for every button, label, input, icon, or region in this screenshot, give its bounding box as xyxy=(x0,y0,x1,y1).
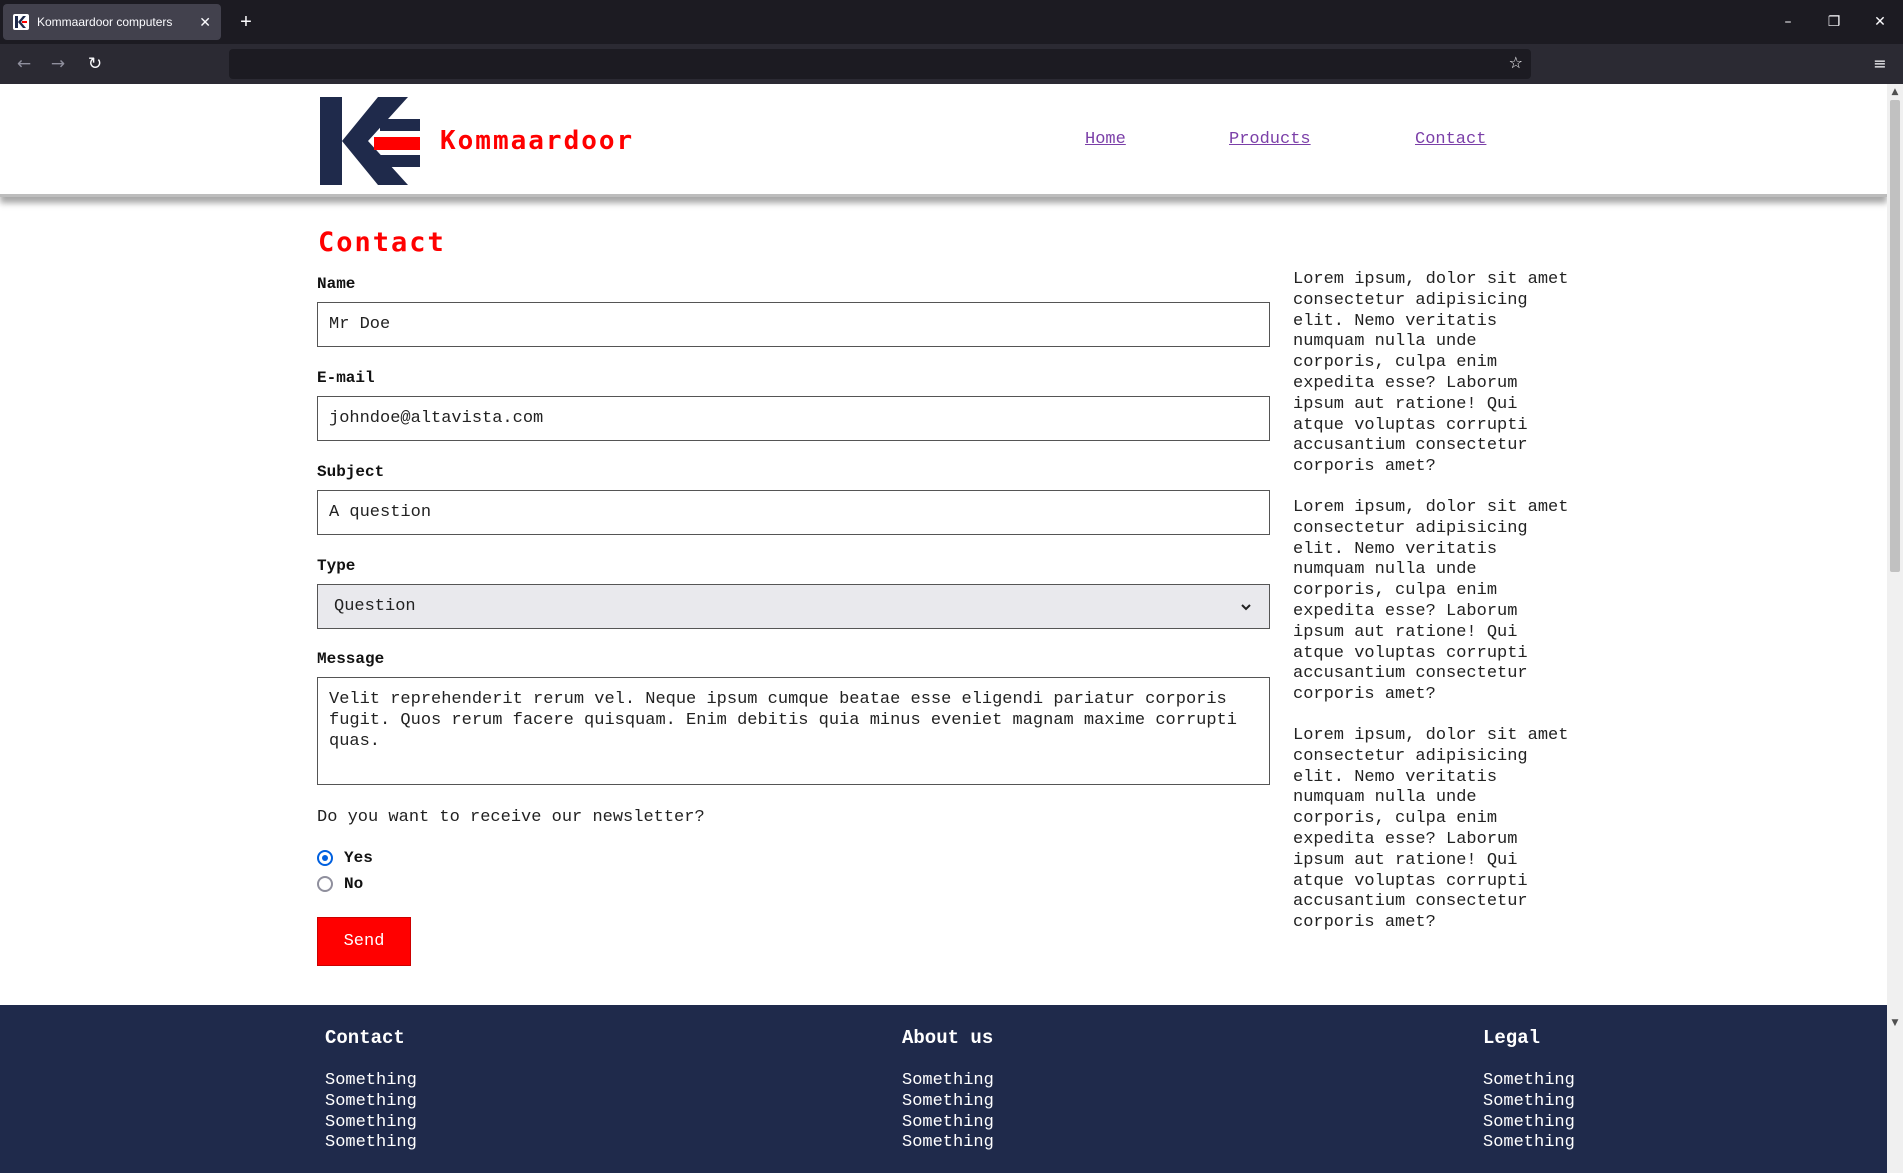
page-scrollbar[interactable]: ▲ ▼ xyxy=(1887,84,1903,1173)
footer-heading: Legal xyxy=(1483,1027,1541,1049)
type-select[interactable]: Question xyxy=(317,584,1270,629)
radio-option-no[interactable]: No xyxy=(317,875,363,893)
footer-link[interactable]: Something xyxy=(1483,1071,1575,1092)
nav-link-home[interactable]: Home xyxy=(1085,130,1126,149)
message-textarea[interactable]: Velit reprehenderit rerum vel. Neque ips… xyxy=(317,677,1270,785)
email-input[interactable] xyxy=(317,396,1270,441)
footer-link[interactable]: Something xyxy=(325,1133,417,1154)
scrollbar-thumb[interactable] xyxy=(1890,100,1900,572)
scroll-up-icon[interactable]: ▲ xyxy=(1887,84,1903,100)
message-label: Message xyxy=(317,650,385,668)
footer-column-about: About us Something Something Something S… xyxy=(902,1027,994,1154)
kommaardoor-logo[interactable] xyxy=(320,97,420,185)
hamburger-menu-icon[interactable]: ≡ xyxy=(1866,50,1894,78)
bookmark-star-icon[interactable]: ☆ xyxy=(1509,53,1523,72)
sidebar-text: Lorem ipsum, dolor sit amet consectetur … xyxy=(1293,270,1578,954)
nav-link-products[interactable]: Products xyxy=(1229,130,1311,149)
reload-icon[interactable]: ↻ xyxy=(81,50,109,78)
footer-link[interactable]: Something xyxy=(1483,1133,1575,1154)
new-tab-icon[interactable]: + xyxy=(232,8,260,36)
footer-link[interactable]: Something xyxy=(325,1071,417,1092)
page-title: Contact xyxy=(318,227,446,258)
name-label: Name xyxy=(317,275,356,293)
page-viewport: Kommaardoor Home Products Contact Contac… xyxy=(0,84,1887,1173)
close-window-icon[interactable]: ✕ xyxy=(1857,0,1903,44)
footer-link[interactable]: Something xyxy=(902,1113,994,1134)
footer-link[interactable]: Something xyxy=(1483,1092,1575,1113)
site-footer: Contact Something Something Something So… xyxy=(0,1005,1887,1173)
aside-paragraph: Lorem ipsum, dolor sit amet consectetur … xyxy=(1293,270,1569,477)
send-button[interactable]: Send xyxy=(317,917,411,966)
type-label: Type xyxy=(317,557,356,575)
aside-paragraph: Lorem ipsum, dolor sit amet consectetur … xyxy=(1293,725,1569,933)
brand-name: Kommaardoor xyxy=(440,126,635,156)
radio-no-button[interactable] xyxy=(317,876,333,892)
radio-yes-label: Yes xyxy=(344,849,373,867)
footer-column-contact: Contact Something Something Something So… xyxy=(325,1027,417,1154)
footer-link[interactable]: Something xyxy=(325,1092,417,1113)
aside-paragraph: Lorem ipsum, dolor sit amet consectetur … xyxy=(1293,497,1569,705)
subject-label: Subject xyxy=(317,463,385,481)
back-icon[interactable]: ← xyxy=(10,50,38,78)
type-select-value: Question xyxy=(334,597,416,616)
restore-icon[interactable]: ❐ xyxy=(1811,0,1857,44)
address-bar[interactable]: ☆ xyxy=(229,49,1531,79)
footer-link[interactable]: Something xyxy=(325,1113,417,1134)
newsletter-question: Do you want to receive our newsletter? xyxy=(317,808,705,827)
browser-toolbar: ← → ↻ ☆ ≡ xyxy=(0,44,1903,84)
chevron-down-icon xyxy=(1241,603,1251,610)
scroll-down-icon[interactable]: ▼ xyxy=(1887,1015,1903,1031)
footer-column-legal: Legal Something Something Something Some… xyxy=(1483,1027,1575,1154)
minimize-icon[interactable]: – xyxy=(1765,0,1811,44)
browser-tab[interactable]: Kommaardoor computers ✕ xyxy=(3,4,221,40)
footer-link[interactable]: Something xyxy=(902,1133,994,1154)
tab-title: Kommaardoor computers xyxy=(37,15,173,29)
tab-close-icon[interactable]: ✕ xyxy=(199,14,211,31)
radio-yes-button[interactable] xyxy=(317,850,333,866)
name-input[interactable] xyxy=(317,302,1270,347)
email-label: E-mail xyxy=(317,369,375,387)
site-favicon-icon xyxy=(13,14,29,30)
forward-icon[interactable]: → xyxy=(44,50,72,78)
footer-heading: About us xyxy=(902,1027,994,1049)
footer-link[interactable]: Something xyxy=(902,1071,994,1092)
browser-tab-bar: Kommaardoor computers ✕ + – ❐ ✕ xyxy=(0,0,1903,44)
radio-no-label: No xyxy=(344,875,364,893)
subject-input[interactable] xyxy=(317,490,1270,535)
footer-link[interactable]: Something xyxy=(902,1092,994,1113)
site-header: Kommaardoor Home Products Contact xyxy=(0,84,1887,197)
footer-link[interactable]: Something xyxy=(1483,1113,1575,1134)
nav-link-contact[interactable]: Contact xyxy=(1415,130,1486,149)
footer-heading: Contact xyxy=(325,1027,405,1049)
radio-option-yes[interactable]: Yes xyxy=(317,849,373,867)
